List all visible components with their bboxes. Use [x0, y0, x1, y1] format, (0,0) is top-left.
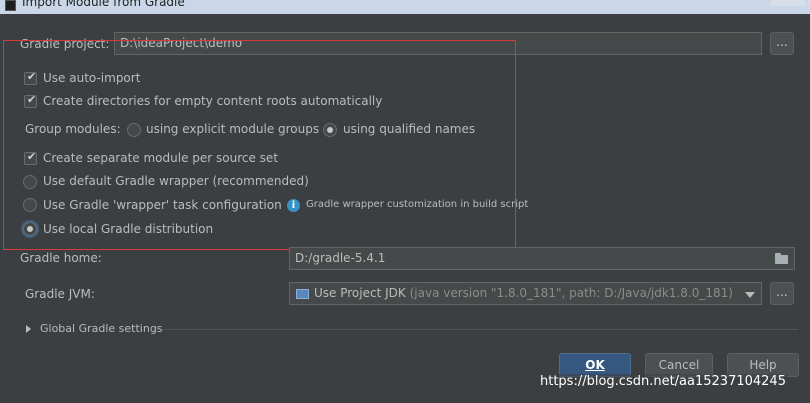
checkmark-icon: ✔ [27, 93, 37, 106]
window-control-button[interactable] [770, 0, 806, 6]
info-icon: i [287, 199, 300, 212]
separate-module-checkbox[interactable]: ✔ [24, 150, 37, 165]
auto-import-checkbox[interactable]: ✔ [24, 70, 37, 85]
gradle-home-label: Gradle home: [20, 251, 102, 265]
gradle-home-field[interactable]: D:/gradle-5.4.1 [289, 247, 795, 270]
wrapper-info-text: Gradle wrapper customization in build sc… [306, 199, 529, 210]
default-wrapper-label: Use default Gradle wrapper (recommended) [43, 174, 309, 188]
global-gradle-settings-toggle[interactable]: Global Gradle settings [40, 322, 163, 335]
group-explicit-radio[interactable] [127, 123, 141, 137]
ok-button-label: OK [585, 358, 605, 372]
local-distribution-radio[interactable] [23, 222, 37, 236]
intellij-app-icon [5, 0, 16, 11]
jdk-folder-icon [296, 289, 309, 299]
wrapper-task-radio[interactable] [23, 198, 37, 212]
gradle-jvm-select[interactable]: Use Project JDK (java version "1.8.0_181… [289, 282, 762, 305]
checkmark-icon: ✔ [27, 70, 37, 83]
gradle-jvm-label: Gradle JVM: [25, 287, 95, 301]
gradle-jvm-detail: (java version "1.8.0_181", path: D:/Java… [409, 286, 733, 300]
gradle-project-browse-button[interactable]: ... [770, 32, 794, 55]
separate-module-label: Create separate module per source set [43, 151, 279, 165]
group-modules-label: Group modules: [25, 122, 121, 136]
chevron-right-icon[interactable] [26, 325, 31, 333]
gradle-jvm-value: Use Project JDK [314, 286, 406, 300]
create-directories-label: Create directories for empty content roo… [43, 94, 383, 108]
local-distribution-label: Use local Gradle distribution [43, 222, 214, 236]
gradle-jvm-browse-button[interactable]: ... [770, 282, 794, 305]
folder-icon[interactable] [775, 253, 788, 264]
watermark-text: https://blog.csdn.net/aa15237104245 [538, 374, 788, 389]
group-qualified-radio[interactable] [323, 123, 337, 137]
import-module-dialog: Gradle project: D:\ideaProject\demo ... … [0, 14, 810, 403]
window-title: Import Module from Gradle [22, 0, 185, 9]
group-qualified-label: using qualified names [343, 122, 476, 136]
group-explicit-label: using explicit module groups [146, 122, 320, 136]
auto-import-label: Use auto-import [43, 71, 141, 85]
wrapper-task-label: Use Gradle 'wrapper' task configuration [43, 198, 282, 212]
chevron-down-icon[interactable] [745, 292, 755, 298]
create-directories-checkbox[interactable]: ✔ [24, 93, 37, 108]
section-divider [163, 329, 798, 330]
default-wrapper-radio[interactable] [23, 175, 37, 189]
title-bar: Import Module from Gradle [0, 0, 810, 14]
checkmark-icon: ✔ [27, 150, 37, 163]
